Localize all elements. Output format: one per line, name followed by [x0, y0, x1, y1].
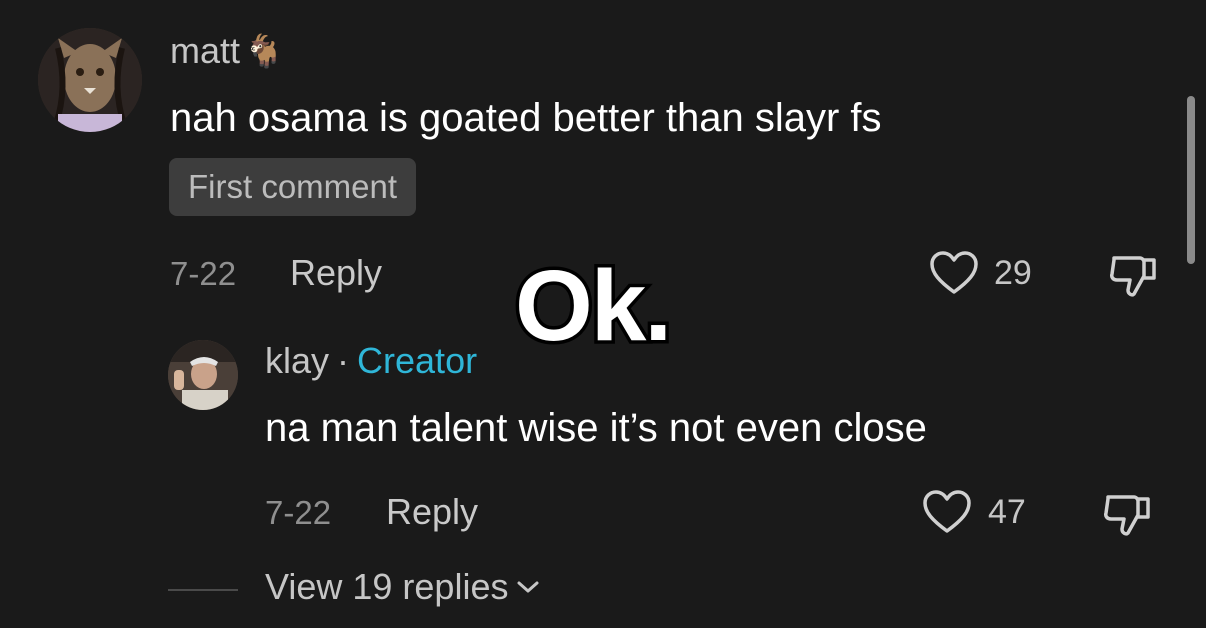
- reply-like-button[interactable]: [922, 489, 972, 535]
- reply-text: na man talent wise it’s not even close: [265, 406, 927, 450]
- first-comment-badge: First comment: [169, 158, 417, 216]
- creator-label: Creator: [357, 340, 478, 381]
- comment-text: nah osama is goated better than slayr fs: [170, 96, 882, 140]
- chevron-down-icon: [517, 581, 539, 593]
- ok-overlay-text: Ok.: [511, 250, 675, 362]
- heart-icon: [923, 490, 971, 533]
- view-replies-label: View 19 replies: [265, 566, 509, 607]
- reply-header: klay · Creator: [265, 340, 477, 382]
- reply-button[interactable]: Reply: [290, 252, 382, 294]
- view-replies-button[interactable]: View 19 replies: [265, 566, 540, 608]
- goat-emoji-icon: 🐐: [244, 33, 284, 69]
- reply-date: 7-22: [265, 494, 332, 531]
- scrollbar[interactable]: [1187, 96, 1195, 264]
- reply-reply-button[interactable]: Reply: [386, 491, 478, 533]
- dislike-icon: [1104, 495, 1150, 536]
- avatar-image: [38, 28, 142, 132]
- username-text[interactable]: matt: [170, 30, 240, 72]
- comment-date: 7-22: [170, 255, 237, 292]
- like-button[interactable]: [929, 250, 979, 296]
- reply-avatar[interactable]: [168, 340, 238, 410]
- dislike-button[interactable]: [1108, 250, 1158, 300]
- comment-username[interactable]: matt 🐐: [170, 30, 284, 72]
- reply-username[interactable]: klay: [265, 340, 329, 381]
- avatar[interactable]: [38, 28, 142, 132]
- like-count: 29: [994, 254, 1032, 292]
- separator-dot: ·: [337, 340, 350, 381]
- reply-dislike-button[interactable]: [1102, 489, 1152, 539]
- view-replies-divider: [168, 589, 238, 591]
- reply-avatar-image: [168, 340, 238, 410]
- heart-icon: [930, 251, 978, 294]
- dislike-icon: [1110, 256, 1156, 297]
- reply-like-count: 47: [988, 493, 1026, 531]
